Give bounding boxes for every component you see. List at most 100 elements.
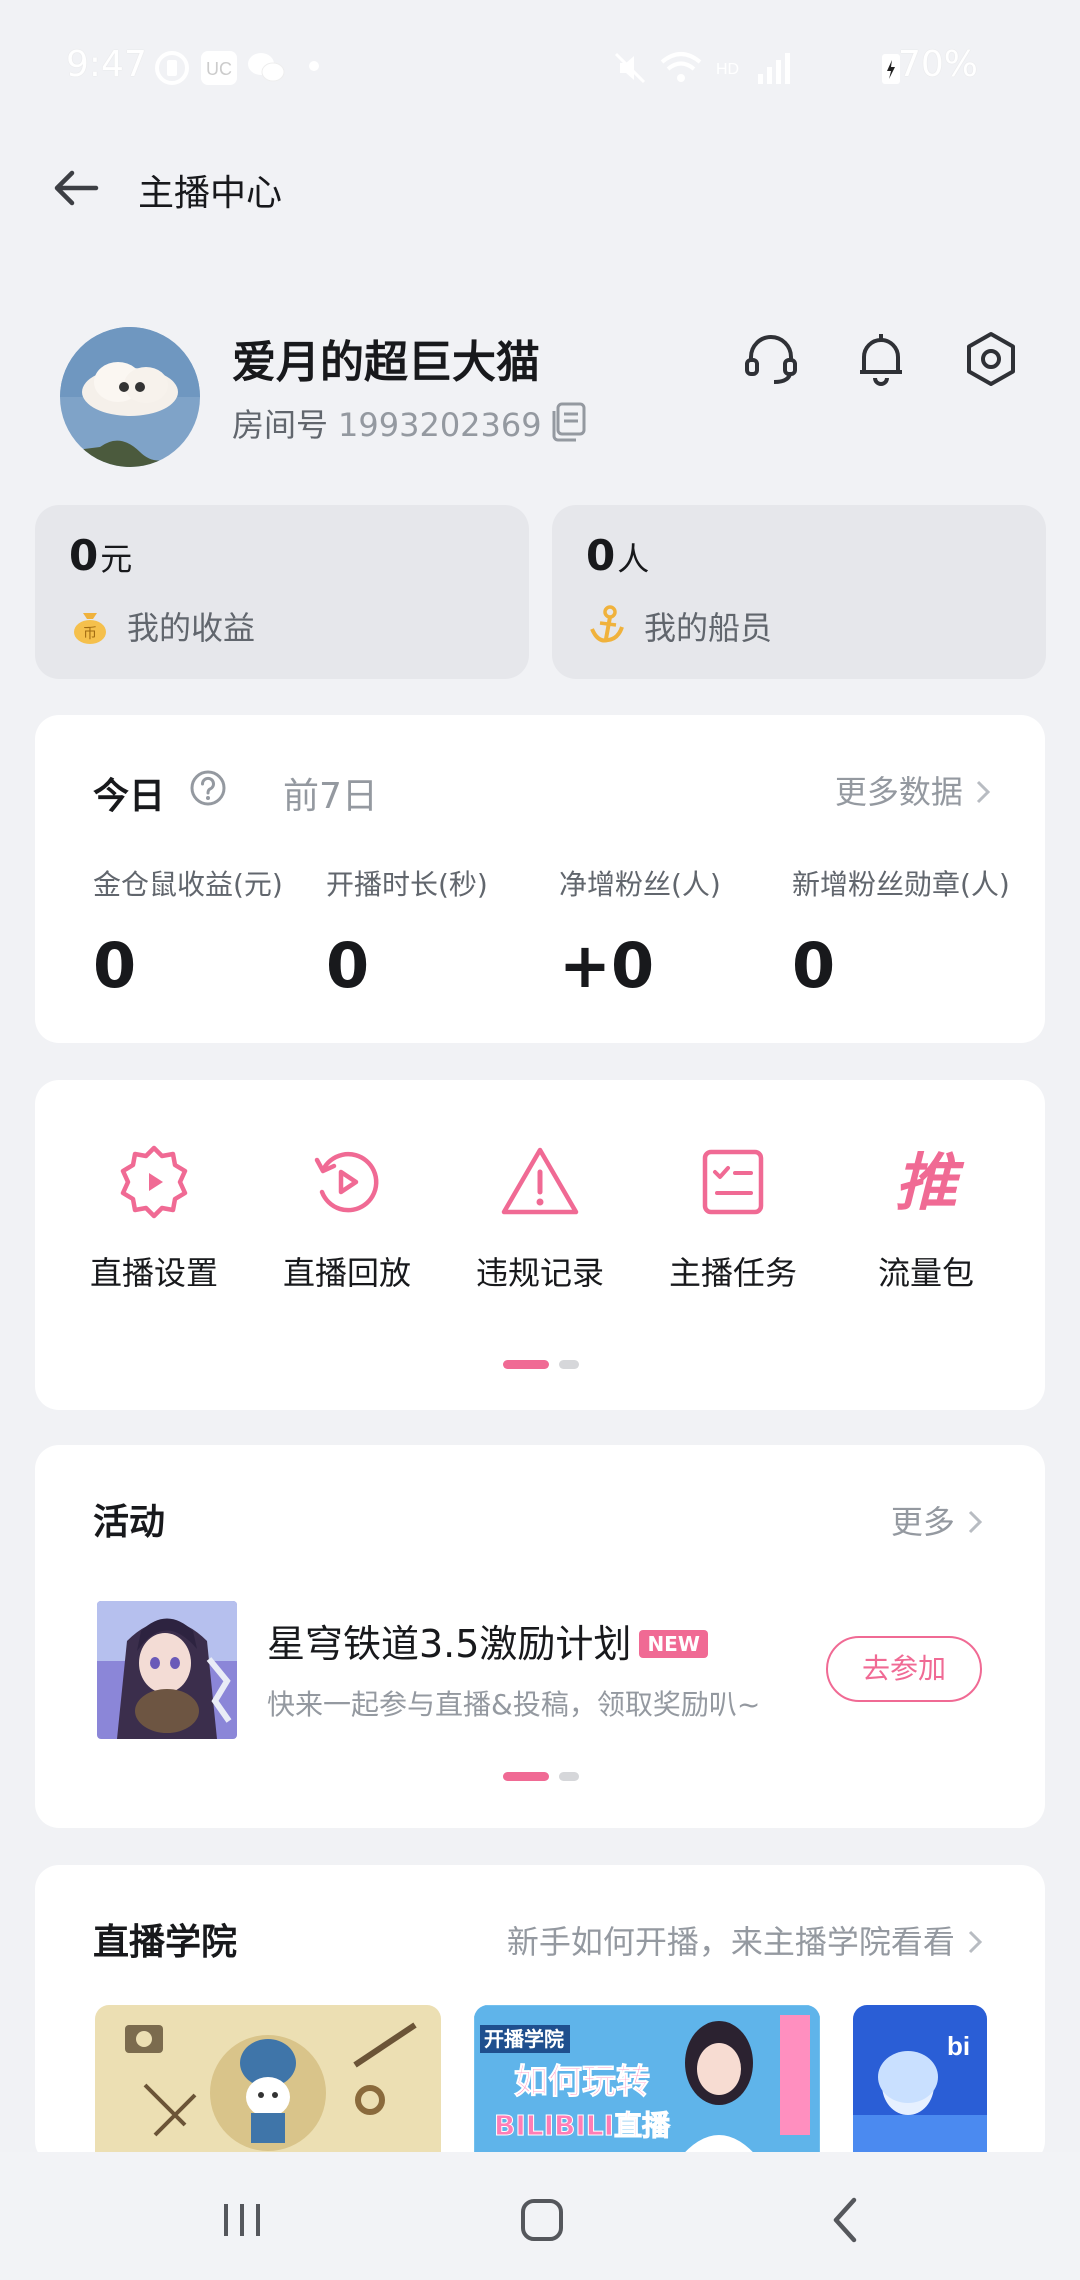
activity-item-desc: 快来一起参与直播&投稿，领取奖励叭~ bbox=[267, 1688, 761, 1721]
svg-text:bi: bi bbox=[947, 2031, 970, 2061]
replay-icon bbox=[314, 1151, 379, 1213]
more-data-link[interactable]: 更多数据 bbox=[835, 767, 993, 813]
headset-icon[interactable] bbox=[742, 330, 800, 388]
academy-card-1[interactable] bbox=[95, 2005, 441, 2165]
metric-label: 金仓鼠收益(元) bbox=[93, 868, 283, 901]
academy-subtitle: 新手如何开播，来主播学院看看 bbox=[506, 1923, 955, 1961]
crew-label: 我的船员 bbox=[644, 609, 773, 647]
income-amount: 0 bbox=[69, 531, 99, 580]
recent-apps-icon[interactable] bbox=[212, 2190, 272, 2250]
settings-icon[interactable] bbox=[962, 330, 1020, 388]
help-icon[interactable] bbox=[189, 769, 227, 807]
battery-percent: 70% bbox=[897, 44, 978, 85]
svg-text:BILIBILI直播: BILIBILI直播 bbox=[494, 2109, 671, 2142]
academy-card-2[interactable]: 开播学院 如何玩转 BILIBILI直播 bbox=[474, 2005, 820, 2165]
status-bar: 9:47 UC HD 70% bbox=[0, 0, 1080, 130]
chevron-right-icon bbox=[976, 780, 991, 804]
svg-text:开播学院: 开播学院 bbox=[484, 2027, 564, 2051]
page-title: 主播中心 bbox=[138, 173, 283, 214]
tab-last-7-days[interactable]: 前7日 bbox=[283, 767, 378, 819]
activity-more-link[interactable]: 更多 bbox=[891, 1497, 985, 1543]
tool-label: 流量包 bbox=[877, 1254, 974, 1292]
chevron-right-icon bbox=[968, 1930, 983, 1954]
money-bag-icon: 币 bbox=[74, 613, 106, 644]
metric-value: +0 bbox=[559, 929, 655, 1002]
activity-title: 活动 bbox=[93, 1502, 166, 1543]
copy-icon[interactable] bbox=[550, 402, 586, 442]
more-data-label: 更多数据 bbox=[834, 773, 963, 811]
academy-title: 直播学院 bbox=[93, 1922, 238, 1963]
svg-text:推: 推 bbox=[895, 1146, 965, 1219]
page-dot-active bbox=[503, 1360, 549, 1369]
tui-icon: 推 bbox=[895, 1146, 965, 1219]
warning-icon bbox=[501, 1147, 579, 1215]
crew-card[interactable]: 0人 我的船员 bbox=[552, 505, 1046, 679]
metric-net-fans: 净增粉丝(人) +0 bbox=[559, 863, 789, 1002]
record-icon bbox=[155, 51, 189, 85]
metric-value: 0 bbox=[326, 929, 370, 1002]
metric-label: 新增粉丝勋章(人) bbox=[792, 868, 1010, 901]
hd-icon: HD bbox=[716, 61, 739, 78]
status-time: 9:47 bbox=[66, 44, 147, 85]
tool-live-replay[interactable]: 直播回放 bbox=[257, 1140, 437, 1294]
tool-label: 主播任务 bbox=[668, 1254, 797, 1292]
tool-label: 直播回放 bbox=[282, 1254, 411, 1292]
wechat-icon bbox=[248, 53, 285, 82]
room-info: 房间号 1993202369 bbox=[232, 400, 542, 446]
income-label: 我的收益 bbox=[127, 609, 256, 647]
metric-hamster-income: 金仓鼠收益(元) 0 bbox=[93, 863, 323, 1002]
income-card[interactable]: 0元 币 我的收益 bbox=[35, 505, 529, 679]
tool-violation-records[interactable]: 违规记录 bbox=[450, 1140, 630, 1294]
uc-browser-icon: UC bbox=[201, 51, 237, 85]
metric-label: 开播时长(秒) bbox=[326, 868, 488, 901]
metric-label: 净增粉丝(人) bbox=[559, 868, 721, 901]
join-activity-button[interactable]: 去参加 bbox=[826, 1636, 982, 1702]
system-nav-bar bbox=[0, 2152, 1080, 2280]
back-arrow-icon[interactable] bbox=[48, 160, 104, 216]
anchor-icon bbox=[590, 605, 624, 643]
crew-value: 0人 bbox=[586, 531, 649, 580]
academy-more-link[interactable]: 新手如何开播，来主播学院看看 bbox=[507, 1917, 985, 1963]
stats-tabs: 今日 前7日 更多数据 bbox=[93, 767, 993, 827]
room-label: 房间号 bbox=[232, 406, 329, 444]
username: 爱月的超巨大猫 bbox=[232, 337, 540, 388]
back-nav-icon[interactable] bbox=[816, 2190, 876, 2250]
room-number: 1993202369 bbox=[338, 406, 542, 444]
activity-item-title-text: 星穹铁道3.5激励计划 bbox=[267, 1622, 632, 1666]
tool-label: 违规记录 bbox=[475, 1254, 604, 1292]
mute-icon bbox=[614, 52, 646, 84]
svg-text:UC: UC bbox=[206, 59, 232, 79]
page-dot bbox=[559, 1360, 579, 1369]
avatar[interactable] bbox=[60, 327, 200, 467]
home-icon[interactable] bbox=[512, 2190, 572, 2250]
activity-panel: 活动 更多 星穹铁道3.5激励计划 NEW 快来一起参与直播&投稿，领取奖励叭~ … bbox=[35, 1445, 1045, 1828]
svg-text:如何玩转: 如何玩转 bbox=[514, 2062, 650, 2102]
activity-item-title: 星穹铁道3.5激励计划 NEW bbox=[267, 1613, 708, 1668]
crew-unit: 人 bbox=[617, 540, 650, 578]
wifi-icon bbox=[660, 52, 702, 82]
activity-thumbnail[interactable] bbox=[97, 1601, 237, 1739]
tools-panel: 直播设置 直播回放 违规记录 主播任务 推 流量包 bbox=[35, 1080, 1045, 1410]
chevron-right-icon bbox=[968, 1510, 983, 1534]
tool-streamer-tasks[interactable]: 主播任务 bbox=[643, 1140, 823, 1294]
activity-more-label: 更多 bbox=[890, 1503, 955, 1541]
academy-card-3[interactable]: bi bbox=[853, 2005, 987, 2165]
academy-panel: 直播学院 新手如何开播，来主播学院看看 开播学院 如何玩转 BILIBILI直播 bbox=[35, 1865, 1045, 2165]
today-stats-panel: 今日 前7日 更多数据 金仓鼠收益(元) 0 开播时长(秒) 0 净增粉丝(人)… bbox=[35, 715, 1045, 1043]
tool-live-settings[interactable]: 直播设置 bbox=[64, 1140, 244, 1294]
page-dot-active bbox=[503, 1772, 549, 1781]
crew-amount: 0 bbox=[586, 531, 616, 580]
tab-today[interactable]: 今日 bbox=[93, 767, 165, 819]
tool-traffic-pack[interactable]: 推 流量包 bbox=[836, 1140, 1016, 1294]
metric-new-fan-medals: 新增粉丝勋章(人) 0 bbox=[792, 863, 1022, 1002]
gear-play-icon bbox=[120, 1145, 188, 1219]
new-badge: NEW bbox=[639, 1630, 708, 1658]
metric-live-duration: 开播时长(秒) 0 bbox=[326, 863, 556, 1002]
checklist-icon bbox=[702, 1149, 764, 1215]
top-bar: 主播中心 bbox=[0, 140, 1080, 236]
bell-icon[interactable] bbox=[852, 330, 910, 388]
tools-page-indicator bbox=[503, 1358, 593, 1370]
signal-icon bbox=[758, 53, 790, 84]
svg-text:HD: HD bbox=[716, 61, 739, 78]
svg-text:币: 币 bbox=[83, 626, 97, 642]
